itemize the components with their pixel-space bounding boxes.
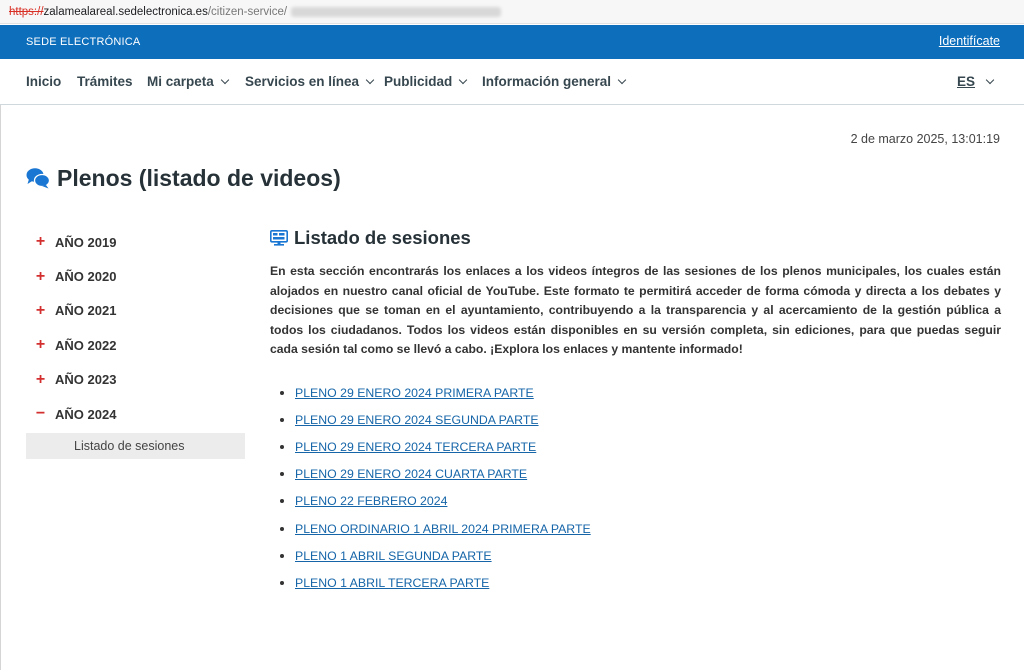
section-title-row: Listado de sesiones [270, 225, 1001, 251]
datetime-label: 2 de marzo 2025, 13:01:19 [850, 132, 1000, 146]
chevron-down-icon [985, 75, 995, 85]
expand-plus-icon: + [35, 267, 46, 285]
nav-item-label: Inicio [26, 74, 62, 89]
session-link[interactable]: PLENO 1 ABRIL TERCERA PARTE [295, 576, 489, 590]
expand-plus-icon: + [35, 370, 46, 388]
sidebar-item-2021[interactable]: + AÑO 2021 [26, 294, 245, 328]
collapse-minus-icon: − [35, 405, 46, 423]
nav-item-label: Servicios en línea [245, 74, 360, 89]
sidebar-item-2022[interactable]: + AÑO 2022 [26, 328, 245, 362]
session-link[interactable]: PLENO 29 ENERO 2024 SEGUNDA PARTE [295, 413, 539, 427]
expand-plus-icon: + [35, 233, 46, 251]
monitor-icon [270, 230, 288, 246]
sidebar-item-2019[interactable]: + AÑO 2019 [26, 225, 245, 259]
language-selector[interactable]: ES [957, 74, 995, 89]
nav-item-label: Trámites [77, 74, 133, 89]
login-link[interactable]: Identifícate [939, 34, 1000, 48]
url-redacted-segment [291, 6, 502, 17]
nav-item-tramites[interactable]: Trámites [77, 74, 133, 89]
list-item: PLENO ORDINARIO 1 ABRIL 2024 PRIMERA PAR… [270, 515, 1001, 542]
session-link[interactable]: PLENO 22 FEBRERO 2024 [295, 494, 447, 508]
chevron-down-icon [365, 75, 375, 85]
page-title: Plenos (listado de videos) [57, 164, 341, 191]
bullet-icon [280, 444, 284, 449]
sidebar-item-label: AÑO 2024 [55, 406, 117, 422]
session-link[interactable]: PLENO ORDINARIO 1 ABRIL 2024 PRIMERA PAR… [295, 522, 591, 536]
session-link[interactable]: PLENO 29 ENERO 2024 PRIMERA PARTE [295, 386, 534, 400]
expand-plus-icon: + [35, 336, 46, 354]
bullet-icon [280, 553, 284, 558]
nav-item-inicio[interactable]: Inicio [26, 74, 61, 89]
expand-plus-icon: + [35, 301, 46, 319]
chevron-down-icon [617, 75, 627, 85]
main-nav: Inicio Trámites Mi carpeta Servicios en … [0, 59, 1024, 105]
nav-item-informacion[interactable]: Información general [482, 74, 627, 89]
bullet-icon [280, 499, 284, 504]
sidebar-item-2023[interactable]: + AÑO 2023 [26, 363, 245, 397]
page-border [0, 105, 1, 670]
chevron-down-icon [459, 75, 468, 85]
chat-bubbles-icon [26, 168, 50, 189]
page-title-row: Plenos (listado de videos) [26, 163, 341, 193]
list-item: PLENO 29 ENERO 2024 CUARTA PARTE [270, 461, 1001, 488]
language-label: ES [957, 74, 976, 89]
nav-item-label: Información general [482, 74, 612, 89]
sidebar-item-label: AÑO 2020 [55, 269, 117, 285]
browser-url-bar[interactable]: https://zalamealareal.sedelectronica.es/… [0, 0, 1024, 24]
nav-item-label: Mi carpeta [147, 74, 214, 89]
main-content: Listado de sesiones En esta sección enco… [270, 225, 1001, 596]
sidebar-item-2024[interactable]: − AÑO 2024 [26, 397, 245, 431]
sidebar-item-2020[interactable]: + AÑO 2020 [26, 259, 245, 293]
sidebar-item-label: AÑO 2023 [55, 372, 117, 388]
list-item: PLENO 29 ENERO 2024 TERCERA PARTE [270, 433, 1001, 460]
list-item: PLENO 1 ABRIL TERCERA PARTE [270, 569, 1001, 596]
chevron-down-icon [220, 75, 230, 85]
session-link[interactable]: PLENO 29 ENERO 2024 TERCERA PARTE [295, 440, 536, 454]
nav-item-servicios[interactable]: Servicios en línea [245, 74, 375, 89]
bullet-icon [280, 472, 284, 477]
nav-item-label: Publicidad [384, 74, 453, 89]
list-item: PLENO 29 ENERO 2024 SEGUNDA PARTE [270, 406, 1001, 433]
sidebar-item-label: AÑO 2019 [55, 234, 117, 250]
url-host: zalamealareal.sedelectronica.es [43, 6, 208, 18]
bullet-icon [280, 580, 284, 585]
sidebar-item-label: AÑO 2022 [55, 337, 117, 353]
bullet-icon [280, 526, 284, 531]
url-scheme: https:// [9, 6, 44, 18]
sede-label: SEDE ELECTRÓNICA [26, 36, 141, 48]
year-sidebar: + AÑO 2019 + AÑO 2020 + AÑO 2021 + AÑO 2… [26, 225, 245, 460]
top-header-bar: SEDE ELECTRÓNICA Identifícate [0, 25, 1024, 59]
bullet-icon [280, 417, 284, 422]
sidebar-subitem-listado-sesiones[interactable]: Listado de sesiones [26, 433, 245, 460]
intro-paragraph: En esta sección encontrarás los enlaces … [270, 264, 1001, 357]
nav-item-mi-carpeta[interactable]: Mi carpeta [147, 74, 230, 89]
bullet-icon [280, 390, 284, 395]
url-path: /citizen-service/ [207, 6, 288, 18]
list-item: PLENO 22 FEBRERO 2024 [270, 488, 1001, 515]
section-title: Listado de sesiones [294, 227, 471, 248]
list-item: PLENO 1 ABRIL SEGUNDA PARTE [270, 542, 1001, 569]
session-link-list: PLENO 29 ENERO 2024 PRIMERA PARTE PLENO … [270, 379, 1001, 597]
nav-item-publicidad[interactable]: Publicidad [384, 74, 468, 89]
session-link[interactable]: PLENO 29 ENERO 2024 CUARTA PARTE [295, 467, 527, 481]
list-item: PLENO 29 ENERO 2024 PRIMERA PARTE [270, 379, 1001, 406]
session-link[interactable]: PLENO 1 ABRIL SEGUNDA PARTE [295, 549, 492, 563]
sidebar-item-label: AÑO 2021 [55, 303, 117, 319]
